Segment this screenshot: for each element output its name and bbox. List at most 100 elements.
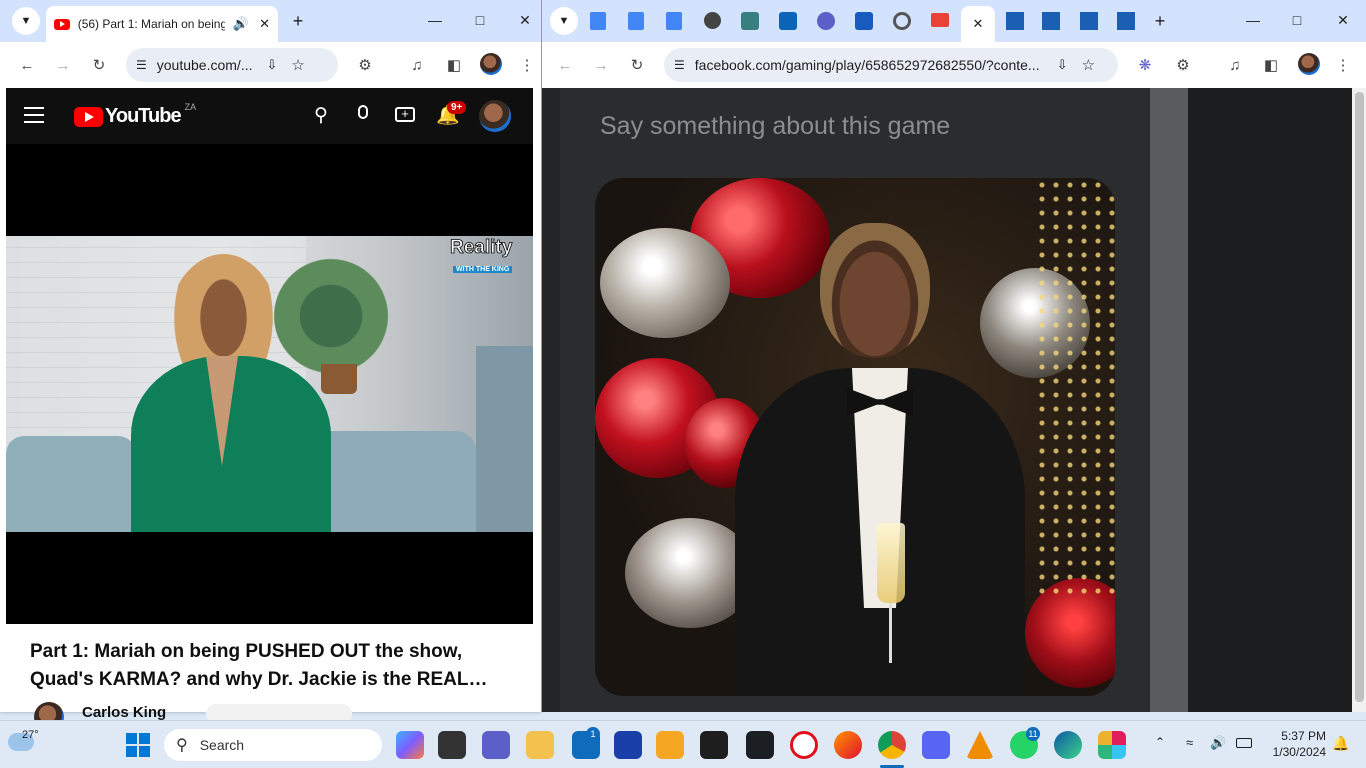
weather-widget[interactable]: 27° — [8, 727, 39, 751]
close-icon: ✕ — [519, 11, 531, 28]
tab-facebook-active[interactable]: ✕ — [961, 6, 995, 42]
slack-icon[interactable] — [1098, 731, 1126, 759]
scrollbar[interactable] — [1352, 88, 1366, 712]
minimize-button[interactable]: — — [420, 8, 450, 32]
install-app-icon[interactable]: ⇩ — [266, 57, 277, 73]
docs-tab-icon-2[interactable] — [628, 12, 644, 30]
facebook-gaming-area: Say something about this game — [542, 88, 1352, 712]
side-panel-icon[interactable]: ◧ — [1258, 52, 1284, 78]
word-tab-icon[interactable] — [855, 12, 873, 30]
reload-button[interactable]: ↻ — [86, 52, 112, 78]
chevron-down-icon: ▼ — [20, 15, 32, 27]
search-box[interactable]: ⚲ Search — [164, 729, 382, 761]
minimize-button-right[interactable]: — — [1238, 8, 1268, 32]
address-bar-right[interactable]: ☰ facebook.com/gaming/play/6586529726825… — [664, 48, 1118, 82]
opera-icon[interactable] — [790, 731, 818, 759]
install-app-icon[interactable]: ⇩ — [1057, 57, 1068, 73]
extensions-icon[interactable]: ⚙ — [1170, 52, 1196, 78]
forward-button[interactable]: → — [50, 52, 76, 78]
extension-icon[interactable]: ❋ — [1132, 52, 1158, 78]
bookmark-star-icon[interactable]: ☆ — [1082, 56, 1095, 74]
edge-icon[interactable] — [1054, 731, 1082, 759]
taskbar: 27° ⚲ Search 1 11 ⌃ ≈ 🔊 5:37 PM 1/30/202… — [0, 720, 1366, 768]
tab-search-button[interactable]: ▼ — [12, 7, 40, 35]
clock-time: 5:37 PM — [1281, 729, 1326, 743]
globe-tab-icon[interactable] — [704, 12, 721, 29]
forward-button-right[interactable]: → — [588, 52, 614, 78]
create-video-icon[interactable]: + — [395, 107, 415, 122]
media-control-icon[interactable]: ♫ — [404, 52, 430, 78]
bitcoin-app-icon[interactable] — [656, 731, 684, 759]
video-frame[interactable]: Reality WITH THE KING — [6, 236, 533, 532]
tab-icon-b[interactable] — [1042, 12, 1060, 30]
close-window-button[interactable]: ✕ — [510, 8, 540, 32]
gmail-tab-icon[interactable] — [931, 13, 949, 27]
media-control-icon[interactable]: ♫ — [1222, 52, 1248, 78]
extensions-icon[interactable]: ⚙ — [352, 52, 378, 78]
docs-tab-icon-3[interactable] — [666, 12, 682, 30]
docs-tab-icon[interactable] — [590, 12, 606, 30]
close-window-button-right[interactable]: ✕ — [1328, 8, 1358, 32]
youtube-logo[interactable]: YouTube ZA — [74, 102, 196, 128]
more-menu-icon[interactable]: ⋮ — [1330, 52, 1356, 78]
person-head — [820, 223, 930, 358]
arrow-right-icon: → — [55, 56, 71, 74]
file-explorer-icon[interactable] — [526, 731, 554, 759]
firefox-icon[interactable] — [834, 731, 862, 759]
close-tab-icon[interactable]: ✕ — [259, 16, 270, 32]
search-icon[interactable]: ⚲ — [314, 104, 328, 127]
video-player[interactable]: Reality WITH THE KING — [6, 144, 533, 624]
profile-avatar[interactable] — [1298, 53, 1320, 75]
champagne-glass — [877, 523, 909, 683]
more-menu-icon[interactable]: ⋮ — [514, 52, 540, 78]
copilot-tab-icon[interactable] — [817, 12, 835, 30]
microphone-icon[interactable] — [358, 105, 368, 119]
notification-bell-icon[interactable]: 🔔 — [1332, 735, 1349, 752]
channel-name[interactable]: Carlos King — [82, 704, 166, 721]
site-info-icon[interactable]: ☰ — [136, 58, 147, 72]
task-view-icon[interactable] — [438, 731, 466, 759]
comment-input[interactable]: Say something about this game — [600, 112, 950, 141]
wifi-icon[interactable]: ≈ — [1186, 735, 1193, 750]
copilot-app-icon[interactable] — [396, 731, 424, 759]
new-tab-button[interactable]: + — [284, 7, 312, 35]
volume-icon[interactable]: 🔊 — [1210, 735, 1226, 751]
chevron-up-icon[interactable]: ⌃ — [1155, 735, 1165, 749]
new-tab-button-right[interactable]: + — [1146, 7, 1174, 35]
github-icon[interactable] — [746, 731, 774, 759]
site-info-icon[interactable]: ☰ — [674, 58, 685, 72]
side-panel-icon[interactable]: ◧ — [441, 52, 467, 78]
speaker-icon[interactable]: 🔊 — [233, 16, 249, 32]
reload-button-right[interactable]: ↻ — [624, 52, 650, 78]
arrow-left-icon: ← — [557, 56, 573, 74]
address-bar[interactable]: ☰ youtube.com/... ⇩ ☆ — [126, 48, 338, 82]
loading-tab-icon[interactable] — [893, 12, 911, 30]
app-tab-icon[interactable] — [741, 12, 759, 30]
maximize-button[interactable]: □ — [465, 8, 495, 32]
account-avatar[interactable] — [479, 100, 511, 132]
bookmark-star-icon[interactable]: ☆ — [291, 56, 304, 74]
vlc-icon[interactable] — [966, 731, 994, 759]
hamburger-menu-icon[interactable] — [24, 107, 44, 123]
outlook-tab-icon[interactable] — [779, 12, 797, 30]
video-title[interactable]: Part 1: Mariah on being PUSHED OUT the s… — [30, 638, 510, 694]
tab-youtube[interactable]: (56) Part 1: Mariah on being 🔊 ✕ — [46, 6, 278, 42]
close-tab-icon[interactable]: ✕ — [973, 16, 984, 32]
tab-icon-a[interactable] — [1006, 12, 1024, 30]
back-button-right[interactable]: ← — [552, 52, 578, 78]
tab-icon-d[interactable] — [1117, 12, 1135, 30]
maximize-button-right[interactable]: □ — [1282, 8, 1312, 32]
start-button[interactable] — [126, 733, 152, 757]
profile-avatar[interactable] — [480, 53, 502, 75]
minimize-icon: — — [1246, 12, 1260, 28]
back-button[interactable]: ← — [14, 52, 40, 78]
app-ma-icon[interactable] — [614, 731, 642, 759]
discord-icon[interactable] — [922, 731, 950, 759]
clock[interactable]: 5:37 PM 1/30/2024 — [1262, 728, 1326, 760]
figma-icon[interactable] — [700, 731, 728, 759]
chrome-icon[interactable] — [878, 731, 906, 759]
battery-icon[interactable] — [1236, 738, 1252, 748]
teams-chat-icon[interactable] — [482, 731, 510, 759]
tab-search-button-right[interactable]: ▼ — [550, 7, 578, 35]
tab-icon-c[interactable] — [1080, 12, 1098, 30]
